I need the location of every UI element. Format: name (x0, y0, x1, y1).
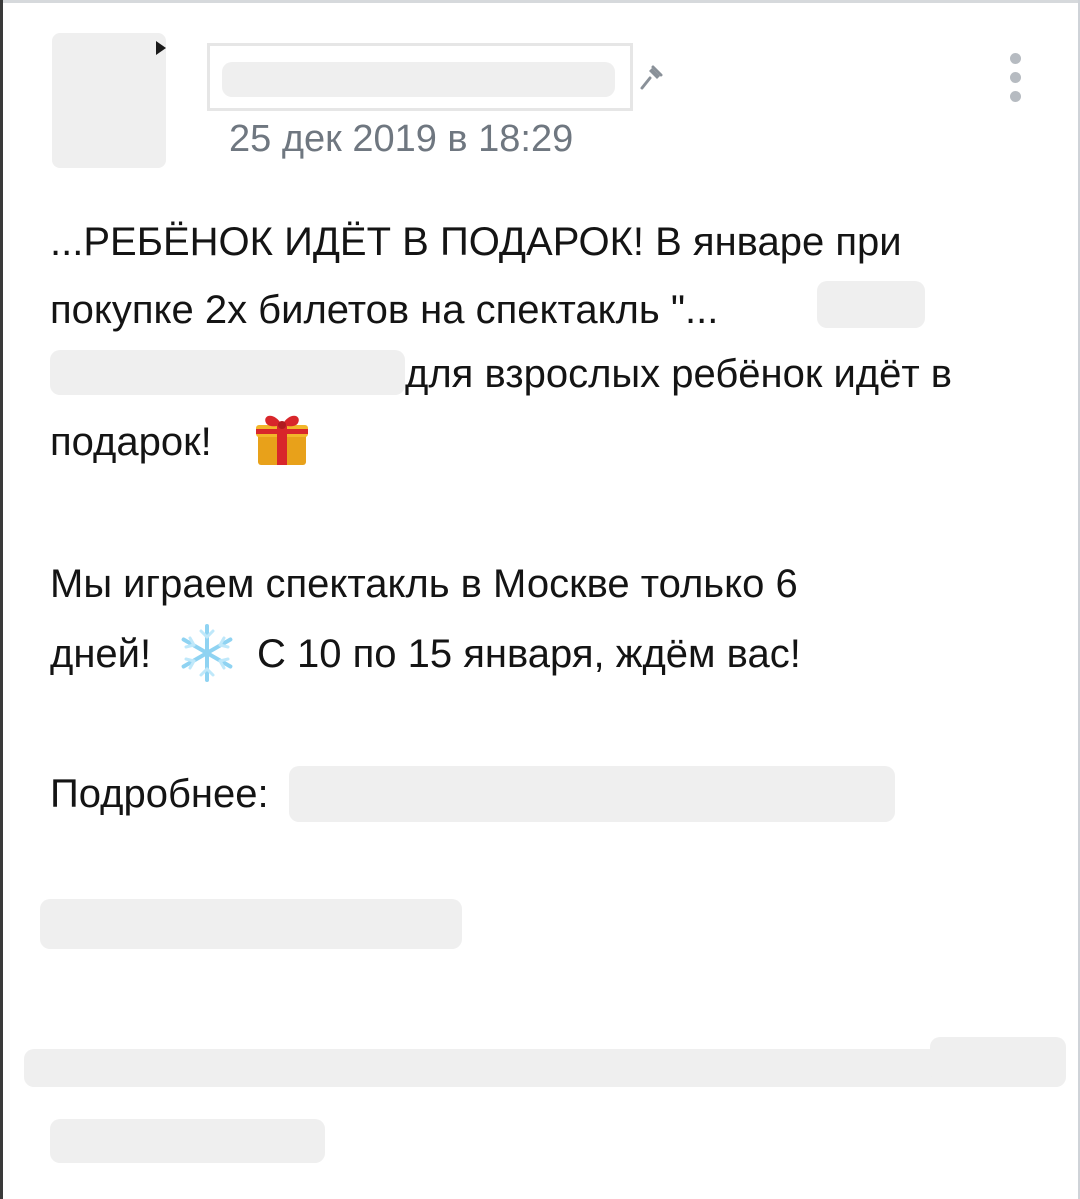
post-date[interactable]: 25 дек 2019 в 18:29 (229, 118, 573, 161)
redacted-title-part-1 (817, 281, 925, 328)
redacted-link-1[interactable] (289, 766, 895, 822)
redacted-link-3[interactable] (24, 1049, 1066, 1087)
top-border (0, 0, 1080, 3)
pin-icon (636, 62, 666, 92)
cursor-pointer-icon (156, 41, 166, 55)
post-text-line-6b: С 10 по 15 января, ждём вас! (257, 632, 801, 676)
post-text-line-6: дней! (50, 632, 152, 676)
snowflake-emoji (176, 622, 238, 684)
post-text-line-3: для взрослых ребёнок идёт в (405, 352, 953, 396)
redacted-link-2[interactable] (40, 899, 462, 949)
redacted-link-4[interactable] (50, 1119, 325, 1163)
gift-emoji (252, 409, 312, 469)
redacted-link-3-tail[interactable] (930, 1037, 1066, 1081)
author-name-redacted (222, 62, 615, 97)
left-border (0, 0, 3, 1199)
more-vertical-icon[interactable] (1005, 53, 1025, 107)
redacted-title-part-2 (50, 350, 405, 395)
post-text-line-4: подарок! (50, 420, 212, 464)
avatar[interactable] (52, 33, 166, 168)
post-text-line-1: ...РЕБЁНОК ИДЁТ В ПОДАРОК! В январе при (50, 220, 902, 264)
post-text-line-7: Подробнее: (50, 772, 269, 816)
post-text-line-2: покупке 2х билетов на спектакль "... (50, 288, 719, 332)
post-text-line-5: Мы играем спектакль в Москве только 6 (50, 562, 798, 606)
